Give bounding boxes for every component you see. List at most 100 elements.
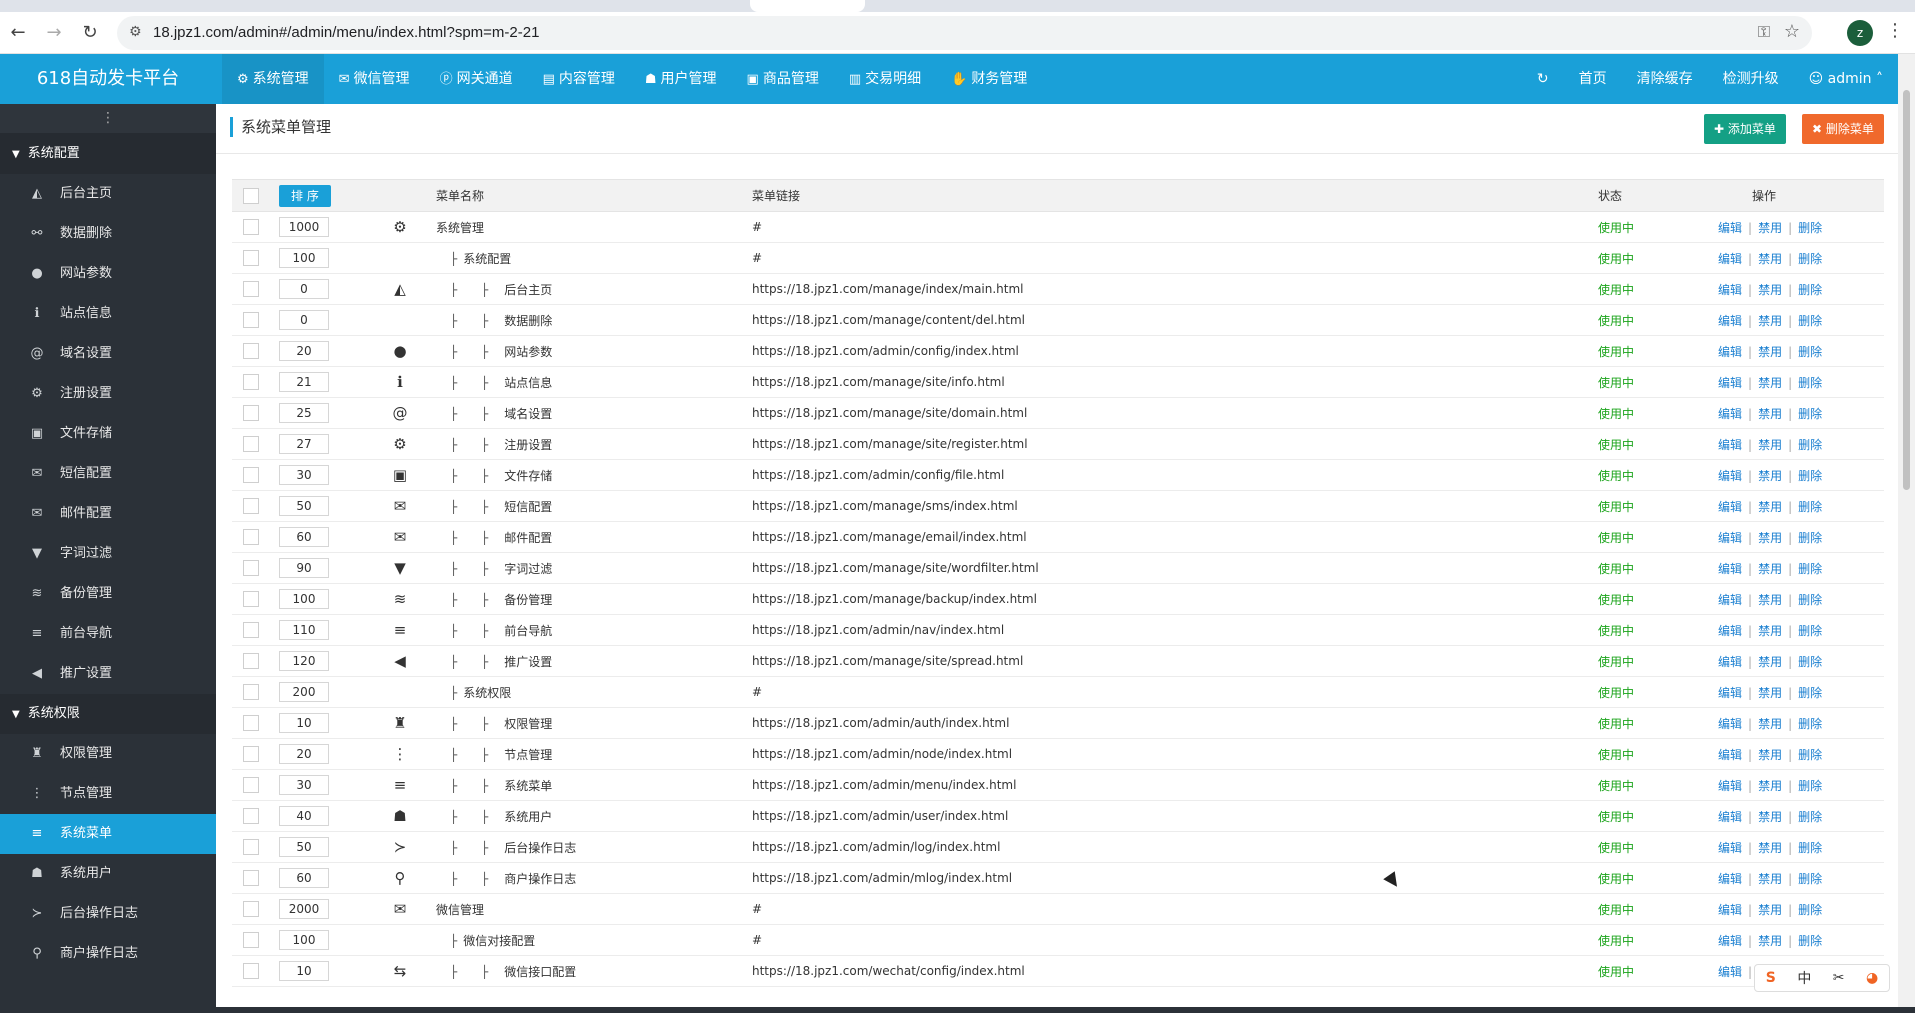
delete-link[interactable]: 删除 [1798, 283, 1822, 297]
disable-link[interactable]: 禁用 [1758, 686, 1782, 700]
disable-link[interactable]: 禁用 [1758, 531, 1782, 545]
disable-link[interactable]: 禁用 [1758, 810, 1782, 824]
password-key-icon[interactable]: ⚿ [1758, 22, 1770, 42]
scissors-icon[interactable]: ✂ [1833, 970, 1845, 986]
check-upgrade-link[interactable]: 检测升级 [1708, 54, 1794, 104]
row-checkbox[interactable] [243, 932, 259, 948]
sidebar-item-0-4[interactable]: @ 域名设置 [0, 334, 216, 374]
sort-input[interactable]: 110 [279, 620, 329, 640]
edit-link[interactable]: 编辑 [1718, 717, 1742, 731]
disable-link[interactable]: 禁用 [1758, 779, 1782, 793]
edit-link[interactable]: 编辑 [1718, 221, 1742, 235]
row-checkbox[interactable] [243, 622, 259, 638]
bookmark-star-icon[interactable]: ☆ [1784, 21, 1800, 42]
disable-link[interactable]: 禁用 [1758, 252, 1782, 266]
sort-input[interactable]: 1000 [279, 217, 329, 237]
edit-link[interactable]: 编辑 [1718, 376, 1742, 390]
browser-active-tab[interactable] [750, 0, 865, 12]
sidebar-item-0-2[interactable]: ● 网站参数 [0, 254, 216, 294]
edit-link[interactable]: 编辑 [1718, 655, 1742, 669]
sort-input[interactable]: 10 [279, 713, 329, 733]
disable-link[interactable]: 禁用 [1758, 841, 1782, 855]
delete-link[interactable]: 删除 [1798, 779, 1822, 793]
disable-link[interactable]: 禁用 [1758, 872, 1782, 886]
sort-input[interactable]: 50 [279, 496, 329, 516]
disable-link[interactable]: 禁用 [1758, 624, 1782, 638]
disable-link[interactable]: 禁用 [1758, 376, 1782, 390]
edit-link[interactable]: 编辑 [1718, 438, 1742, 452]
row-checkbox[interactable] [243, 405, 259, 421]
sidebar-item-1-5[interactable]: ⚲ 商户操作日志 [0, 934, 216, 974]
scrollbar-thumb[interactable] [1903, 90, 1910, 490]
row-checkbox[interactable] [243, 467, 259, 483]
sidebar-item-0-9[interactable]: ▼ 字词过滤 [0, 534, 216, 574]
row-checkbox[interactable] [243, 777, 259, 793]
row-checkbox[interactable] [243, 374, 259, 390]
sidebar-item-0-5[interactable]: ⚙ 注册设置 [0, 374, 216, 414]
ime-toolbar[interactable]: S 中 ✂ ◕ [1754, 964, 1890, 992]
edit-link[interactable]: 编辑 [1718, 903, 1742, 917]
sidebar-group-0[interactable]: ▼ 系统配置 [0, 134, 216, 174]
edit-link[interactable]: 编辑 [1718, 965, 1742, 979]
topnav-item-5[interactable]: ▣ 商品管理 [732, 54, 834, 104]
brand-title[interactable]: 618自动发卡平台 [0, 54, 216, 104]
disable-link[interactable]: 禁用 [1758, 655, 1782, 669]
sort-input[interactable]: 60 [279, 527, 329, 547]
disable-link[interactable]: 禁用 [1758, 438, 1782, 452]
sort-input[interactable]: 90 [279, 558, 329, 578]
topnav-item-2[interactable]: ⓟ 网关通道 [425, 54, 528, 104]
sidebar-item-0-0[interactable]: ◭ 后台主页 [0, 174, 216, 214]
row-checkbox[interactable] [243, 343, 259, 359]
sidebar-item-0-1[interactable]: ⚯ 数据删除 [0, 214, 216, 254]
edit-link[interactable]: 编辑 [1718, 283, 1742, 297]
row-checkbox[interactable] [243, 436, 259, 452]
delete-link[interactable]: 删除 [1798, 438, 1822, 452]
delete-link[interactable]: 删除 [1798, 221, 1822, 235]
row-checkbox[interactable] [243, 963, 259, 979]
edit-link[interactable]: 编辑 [1718, 469, 1742, 483]
sidebar-toggle[interactable]: ⋮ [0, 104, 216, 134]
delete-menu-button[interactable]: ✖ 删除菜单 [1802, 114, 1884, 144]
disable-link[interactable]: 禁用 [1758, 748, 1782, 762]
user-menu[interactable]: ☺ admin ˄ [1794, 54, 1898, 104]
browser-menu-icon[interactable]: ⋮ [1885, 20, 1905, 41]
disable-link[interactable]: 禁用 [1758, 221, 1782, 235]
sidebar-item-1-1[interactable]: ⋮ 节点管理 [0, 774, 216, 814]
row-checkbox[interactable] [243, 684, 259, 700]
sidebar-item-0-6[interactable]: ▣ 文件存储 [0, 414, 216, 454]
sidebar-item-0-8[interactable]: ✉ 邮件配置 [0, 494, 216, 534]
row-checkbox[interactable] [243, 281, 259, 297]
disable-link[interactable]: 禁用 [1758, 562, 1782, 576]
sort-input[interactable]: 0 [279, 310, 329, 330]
disable-link[interactable]: 禁用 [1758, 407, 1782, 421]
delete-link[interactable]: 删除 [1798, 934, 1822, 948]
topnav-item-0[interactable]: ⚙ 系统管理 [222, 54, 324, 104]
delete-link[interactable]: 删除 [1798, 593, 1822, 607]
reload-icon[interactable]: ↻ [78, 21, 102, 45]
row-checkbox[interactable] [243, 498, 259, 514]
disable-link[interactable]: 禁用 [1758, 717, 1782, 731]
edit-link[interactable]: 编辑 [1718, 562, 1742, 576]
delete-link[interactable]: 删除 [1798, 903, 1822, 917]
edit-link[interactable]: 编辑 [1718, 934, 1742, 948]
row-checkbox[interactable] [243, 808, 259, 824]
row-checkbox[interactable] [243, 653, 259, 669]
delete-link[interactable]: 删除 [1798, 531, 1822, 545]
sort-input[interactable]: 100 [279, 930, 329, 950]
row-checkbox[interactable] [243, 560, 259, 576]
delete-link[interactable]: 删除 [1798, 500, 1822, 514]
edit-link[interactable]: 编辑 [1718, 314, 1742, 328]
address-bar[interactable]: ⚙ 18.jpz1.com/admin#/admin/menu/index.ht… [117, 16, 1812, 50]
sidebar-item-1-0[interactable]: ♜ 权限管理 [0, 734, 216, 774]
clear-cache-link[interactable]: 清除缓存 [1622, 54, 1708, 104]
sort-input[interactable]: 30 [279, 465, 329, 485]
row-checkbox[interactable] [243, 715, 259, 731]
edit-link[interactable]: 编辑 [1718, 686, 1742, 700]
edit-link[interactable]: 编辑 [1718, 531, 1742, 545]
sort-input[interactable]: 21 [279, 372, 329, 392]
edit-link[interactable]: 编辑 [1718, 407, 1742, 421]
sort-input[interactable]: 27 [279, 434, 329, 454]
sort-input[interactable]: 100 [279, 248, 329, 268]
sort-input[interactable]: 10 [279, 961, 329, 981]
delete-link[interactable]: 删除 [1798, 717, 1822, 731]
